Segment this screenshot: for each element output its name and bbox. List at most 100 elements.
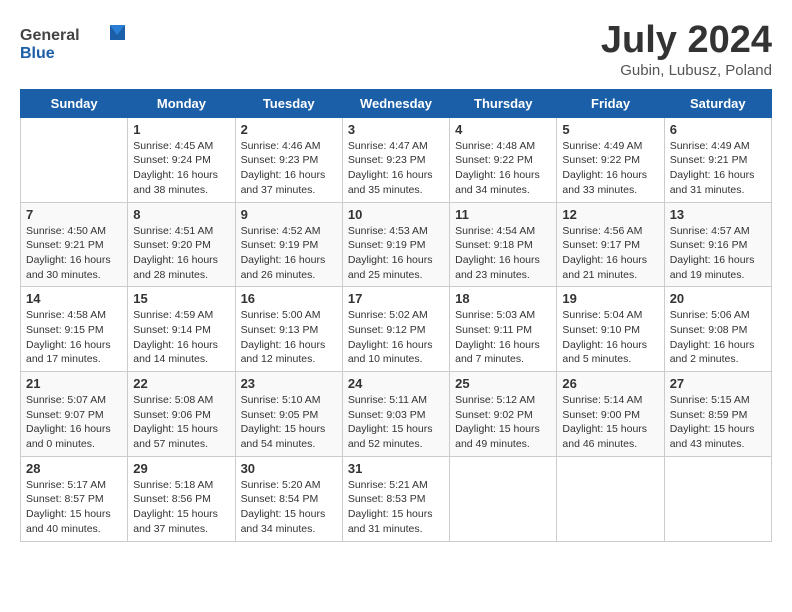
day-info: Sunrise: 5:14 AM Sunset: 9:00 PM Dayligh… [562,393,658,452]
day-info: Sunrise: 4:58 AM Sunset: 9:15 PM Dayligh… [26,308,122,367]
calendar-cell: 28 Sunrise: 5:17 AM Sunset: 8:57 PM Dayli… [21,456,128,541]
calendar-cell: 25 Sunrise: 5:12 AM Sunset: 9:02 PM Dayli… [450,372,557,457]
day-of-week-header: Monday [128,89,235,117]
day-number: 25 [455,376,551,391]
day-info: Sunrise: 5:21 AM Sunset: 8:53 PM Dayligh… [348,478,444,537]
day-info: Sunrise: 4:59 AM Sunset: 9:14 PM Dayligh… [133,308,229,367]
calendar-cell: 21Sunrise: 5:07 AM Sunset: 9:07 PM Dayli… [21,372,128,457]
day-of-week-header: Thursday [450,89,557,117]
calendar-cell: 13 Sunrise: 4:57 AM Sunset: 9:16 PM Dayli… [664,202,771,287]
calendar-cell: 6Sunrise: 4:49 AM Sunset: 9:21 PM Daylig… [664,117,771,202]
location-subtitle: Gubin, Lubusz, Poland [601,62,772,79]
calendar-cell: 17 Sunrise: 5:02 AM Sunset: 9:12 PM Dayli… [342,287,449,372]
calendar-cell: 14 Sunrise: 4:58 AM Sunset: 9:15 PM Dayli… [21,287,128,372]
day-number: 14 [26,291,122,306]
day-info: Sunrise: 4:48 AM Sunset: 9:22 PM Dayligh… [455,139,551,198]
logo: General Blue [20,20,130,70]
day-number: 30 [241,461,337,476]
calendar-cell: 5 Sunrise: 4:49 AM Sunset: 9:22 PM Daylig… [557,117,664,202]
calendar-cell: 9 Sunrise: 4:52 AM Sunset: 9:19 PM Daylig… [235,202,342,287]
svg-text:General: General [20,27,80,44]
day-info: Sunrise: 4:49 AM Sunset: 9:22 PM Dayligh… [562,139,658,198]
day-number: 24 [348,376,444,391]
day-number: 19 [562,291,658,306]
day-info: Sunrise: 4:47 AM Sunset: 9:23 PM Dayligh… [348,139,444,198]
day-info: Sunrise: 5:18 AM Sunset: 8:56 PM Dayligh… [133,478,229,537]
day-of-week-header: Wednesday [342,89,449,117]
calendar-week-row: 28 Sunrise: 5:17 AM Sunset: 8:57 PM Dayli… [21,456,772,541]
calendar-week-row: 21Sunrise: 5:07 AM Sunset: 9:07 PM Dayli… [21,372,772,457]
day-info: Sunrise: 4:50 AM Sunset: 9:21 PM Dayligh… [26,224,122,283]
calendar-cell: 23 Sunrise: 5:10 AM Sunset: 9:05 PM Dayli… [235,372,342,457]
day-info: Sunrise: 4:49 AM Sunset: 9:21 PM Dayligh… [670,139,766,198]
day-info: Sunrise: 5:11 AM Sunset: 9:03 PM Dayligh… [348,393,444,452]
page-header: General Blue July 2024 Gubin, Lubusz, Po… [20,20,772,79]
calendar-cell: 30 Sunrise: 5:20 AM Sunset: 8:54 PM Dayli… [235,456,342,541]
day-info: Sunrise: 5:02 AM Sunset: 9:12 PM Dayligh… [348,308,444,367]
day-number: 26 [562,376,658,391]
calendar-cell: 24 Sunrise: 5:11 AM Sunset: 9:03 PM Dayli… [342,372,449,457]
day-number: 28 [26,461,122,476]
svg-text:Blue: Blue [20,45,55,62]
day-number: 29 [133,461,229,476]
title-section: July 2024 Gubin, Lubusz, Poland [601,20,772,79]
day-number: 9 [241,207,337,222]
day-info: Sunrise: 4:56 AM Sunset: 9:17 PM Dayligh… [562,224,658,283]
calendar-table: SundayMondayTuesdayWednesdayThursdayFrid… [20,89,772,542]
calendar-cell: 3 Sunrise: 4:47 AM Sunset: 9:23 PM Daylig… [342,117,449,202]
day-info: Sunrise: 5:06 AM Sunset: 9:08 PM Dayligh… [670,308,766,367]
calendar-cell: 8Sunrise: 4:51 AM Sunset: 9:20 PM Daylig… [128,202,235,287]
day-number: 3 [348,122,444,137]
calendar-cell: 16Sunrise: 5:00 AM Sunset: 9:13 PM Dayli… [235,287,342,372]
day-number: 7 [26,207,122,222]
day-info: Sunrise: 5:15 AM Sunset: 8:59 PM Dayligh… [670,393,766,452]
calendar-cell [664,456,771,541]
day-number: 5 [562,122,658,137]
day-number: 20 [670,291,766,306]
calendar-week-row: 7 Sunrise: 4:50 AM Sunset: 9:21 PM Daylig… [21,202,772,287]
day-number: 2 [241,122,337,137]
day-info: Sunrise: 4:52 AM Sunset: 9:19 PM Dayligh… [241,224,337,283]
day-info: Sunrise: 5:10 AM Sunset: 9:05 PM Dayligh… [241,393,337,452]
day-info: Sunrise: 5:12 AM Sunset: 9:02 PM Dayligh… [455,393,551,452]
calendar-cell: 22Sunrise: 5:08 AM Sunset: 9:06 PM Dayli… [128,372,235,457]
day-number: 12 [562,207,658,222]
day-of-week-header: Sunday [21,89,128,117]
day-number: 11 [455,207,551,222]
calendar-cell: 27 Sunrise: 5:15 AM Sunset: 8:59 PM Dayli… [664,372,771,457]
day-info: Sunrise: 5:04 AM Sunset: 9:10 PM Dayligh… [562,308,658,367]
day-number: 1 [133,122,229,137]
day-number: 23 [241,376,337,391]
calendar-cell: 11Sunrise: 4:54 AM Sunset: 9:18 PM Dayli… [450,202,557,287]
calendar-cell: 29 Sunrise: 5:18 AM Sunset: 8:56 PM Dayli… [128,456,235,541]
day-number: 4 [455,122,551,137]
day-of-week-header: Friday [557,89,664,117]
day-number: 13 [670,207,766,222]
calendar-cell [21,117,128,202]
month-title: July 2024 [601,20,772,62]
calendar-cell [557,456,664,541]
logo-svg: General Blue [20,20,130,65]
calendar-cell: 7 Sunrise: 4:50 AM Sunset: 9:21 PM Daylig… [21,202,128,287]
day-number: 21 [26,376,122,391]
calendar-cell: 26 Sunrise: 5:14 AM Sunset: 9:00 PM Dayli… [557,372,664,457]
calendar-cell: 31 Sunrise: 5:21 AM Sunset: 8:53 PM Dayli… [342,456,449,541]
day-number: 15 [133,291,229,306]
day-info: Sunrise: 4:53 AM Sunset: 9:19 PM Dayligh… [348,224,444,283]
day-number: 27 [670,376,766,391]
logo-text: General Blue [20,20,130,70]
calendar-cell: 18 Sunrise: 5:03 AM Sunset: 9:11 PM Dayli… [450,287,557,372]
day-number: 31 [348,461,444,476]
calendar-cell: 20 Sunrise: 5:06 AM Sunset: 9:08 PM Dayli… [664,287,771,372]
day-info: Sunrise: 5:20 AM Sunset: 8:54 PM Dayligh… [241,478,337,537]
day-info: Sunrise: 5:17 AM Sunset: 8:57 PM Dayligh… [26,478,122,537]
calendar-header-row: SundayMondayTuesdayWednesdayThursdayFrid… [21,89,772,117]
calendar-week-row: 1 Sunrise: 4:45 AM Sunset: 9:24 PM Daylig… [21,117,772,202]
day-info: Sunrise: 4:45 AM Sunset: 9:24 PM Dayligh… [133,139,229,198]
calendar-cell: 10Sunrise: 4:53 AM Sunset: 9:19 PM Dayli… [342,202,449,287]
day-info: Sunrise: 5:03 AM Sunset: 9:11 PM Dayligh… [455,308,551,367]
day-number: 18 [455,291,551,306]
calendar-cell: 19 Sunrise: 5:04 AM Sunset: 9:10 PM Dayli… [557,287,664,372]
day-number: 17 [348,291,444,306]
day-info: Sunrise: 4:57 AM Sunset: 9:16 PM Dayligh… [670,224,766,283]
